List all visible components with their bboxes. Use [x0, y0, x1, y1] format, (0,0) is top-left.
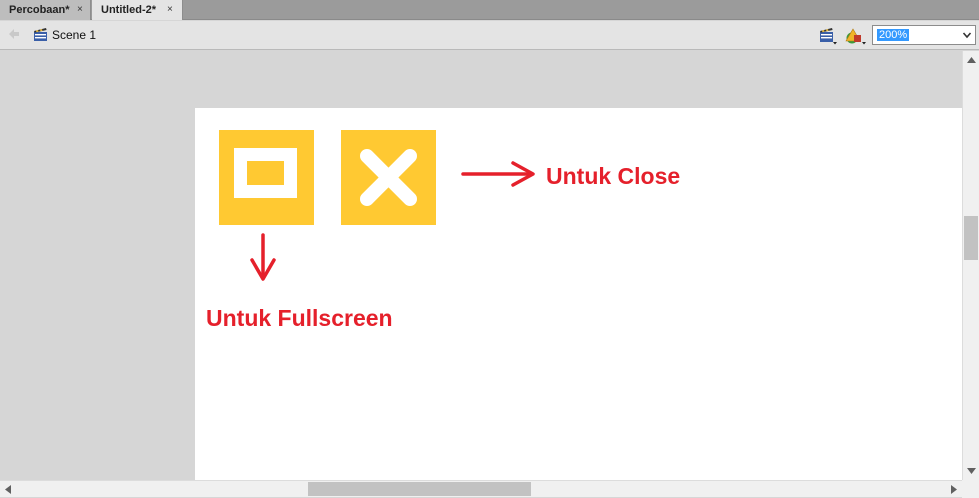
edit-symbol-icon[interactable] [845, 26, 867, 46]
scroll-down-icon[interactable] [967, 468, 976, 474]
stage[interactable]: Untuk Close Untuk Fullscreen [195, 108, 962, 480]
close-button[interactable] [341, 130, 436, 225]
clapperboard-icon [34, 28, 47, 41]
fullscreen-button[interactable] [219, 130, 314, 225]
flash-editor-window: Percobaan* × Untitled-2* × Scene 1 200% … [0, 0, 979, 498]
document-tab-bar: Percobaan* × Untitled-2* × [0, 0, 979, 20]
scroll-left-icon[interactable] [5, 485, 11, 494]
tab-label: Untitled-2* [101, 4, 156, 16]
edit-scene-icon[interactable] [818, 26, 838, 46]
tab-label: Percobaan* [9, 4, 70, 16]
close-x-icon [360, 149, 417, 206]
tab-close-icon[interactable]: × [167, 0, 173, 20]
zoom-select[interactable]: 200% [872, 25, 976, 45]
chevron-down-icon[interactable] [962, 29, 972, 41]
arrow-down-icon [250, 233, 276, 281]
edit-bar: Scene 1 200% [0, 21, 979, 50]
tab-close-icon[interactable]: × [77, 0, 83, 20]
label-close: Untuk Close [546, 163, 681, 189]
horizontal-scroll-thumb[interactable] [308, 482, 531, 496]
arrow-right-icon [461, 161, 535, 187]
pasteboard: Untuk Close Untuk Fullscreen [0, 51, 962, 480]
back-arrow-icon[interactable] [7, 27, 21, 41]
scroll-up-icon[interactable] [967, 57, 976, 63]
tab-percobaan[interactable]: Percobaan* × [0, 0, 91, 20]
scroll-right-icon[interactable] [951, 485, 957, 494]
tab-untitled-2[interactable]: Untitled-2* × [92, 0, 183, 20]
horizontal-scrollbar[interactable] [0, 480, 962, 497]
label-fullscreen: Untuk Fullscreen [206, 305, 393, 331]
zoom-value: 200% [877, 29, 910, 41]
vertical-scroll-thumb[interactable] [964, 216, 978, 260]
fullscreen-icon [234, 148, 297, 198]
scene-label[interactable]: Scene 1 [52, 28, 96, 42]
vertical-scrollbar[interactable] [962, 51, 979, 480]
scrollbar-corner [962, 480, 979, 498]
